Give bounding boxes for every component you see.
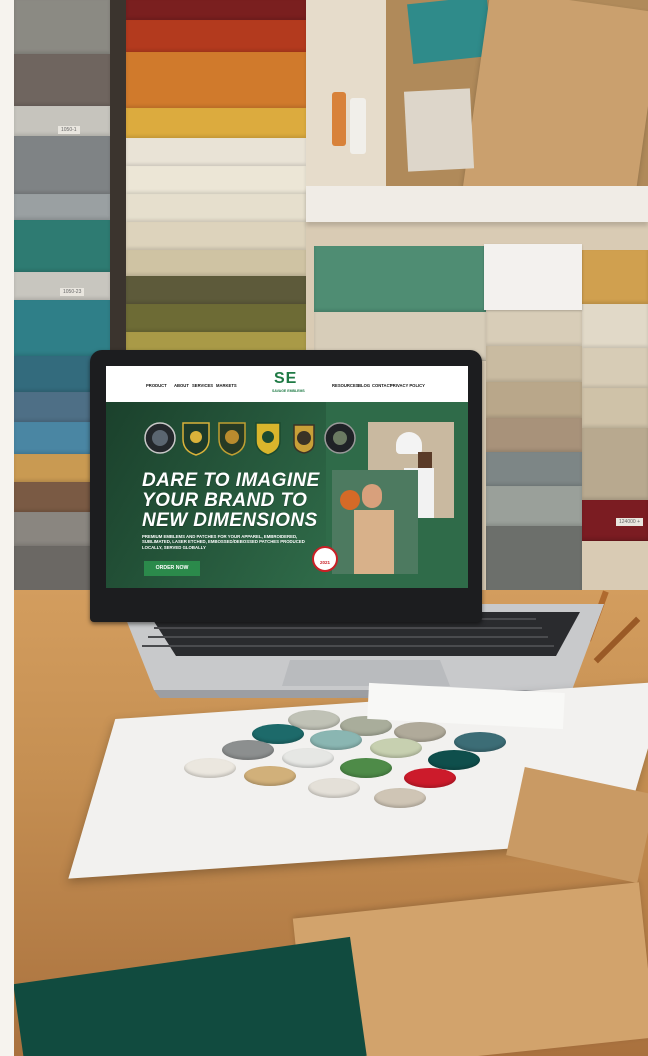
website-nav: PRODUCT ABOUT SERVICES MARKETS SE SAVAGE… xyxy=(106,366,468,402)
award-year: 2021 xyxy=(319,560,330,565)
nav-item-product[interactable]: PRODUCT xyxy=(146,383,167,388)
swatch-tag: 1050-23 xyxy=(60,288,85,296)
model-photo-basketball xyxy=(332,470,418,574)
site-logo[interactable]: SE SAVAGE EMBLEMS xyxy=(266,370,316,400)
hero-headline-line-3: NEW DIMENSIONS xyxy=(142,510,318,531)
nav-item-blog[interactable]: BLOG xyxy=(358,383,370,388)
basketball-icon xyxy=(340,490,360,510)
hero-headline-line-1: DARE TO IMAGINE xyxy=(142,470,320,491)
nav-item-markets[interactable]: MARKETS xyxy=(216,383,237,388)
photo-scene: 1050-1 1050-23 124000 + PRODUCT ABOUT SE… xyxy=(14,0,648,1056)
animal-badge-icon xyxy=(293,424,315,454)
patch-badge-icon xyxy=(324,422,356,454)
nav-item-about[interactable]: ABOUT xyxy=(174,383,189,388)
order-now-button[interactable]: ORDER NOW xyxy=(144,561,200,576)
spec-sheet xyxy=(484,244,582,310)
thread-spool-orange xyxy=(332,92,346,146)
hero-subtext: PREMIUM EMBLEMS AND PATCHES FOR YOUR APP… xyxy=(142,534,305,550)
thread-spool-white xyxy=(350,98,366,154)
shield-badge-icon xyxy=(255,422,281,456)
logo-text: SAVAGE EMBLEMS xyxy=(272,389,305,393)
logo-mark: SE xyxy=(274,370,298,387)
hero-headline-line-2: YOUR BRAND TO xyxy=(142,490,308,511)
shield-badge-icon xyxy=(182,422,210,456)
model-tank-top xyxy=(354,510,394,574)
patch-badge-icon xyxy=(144,422,176,454)
laptop-screen: PRODUCT ABOUT SERVICES MARKETS SE SAVAGE… xyxy=(106,366,468,588)
shield-badge-icon xyxy=(218,422,246,456)
award-seal-icon: 2021 xyxy=(312,546,338,572)
nav-item-services[interactable]: SERVICES xyxy=(192,383,213,388)
shelf-gap xyxy=(110,0,126,360)
cap-icon xyxy=(396,432,422,454)
paper-hanging-kraft xyxy=(462,0,648,211)
swatch-tag: 1050-1 xyxy=(58,126,80,134)
note-card xyxy=(403,88,475,172)
fabric-hanging-teal xyxy=(407,0,493,65)
box-label: 124000 + xyxy=(616,518,643,526)
shelf-board xyxy=(306,186,648,222)
nav-item-resources[interactable]: RESOURCES xyxy=(332,383,359,388)
nav-item-privacy-policy[interactable]: PRIVACY POLICY xyxy=(390,383,425,388)
model-head xyxy=(362,484,382,508)
